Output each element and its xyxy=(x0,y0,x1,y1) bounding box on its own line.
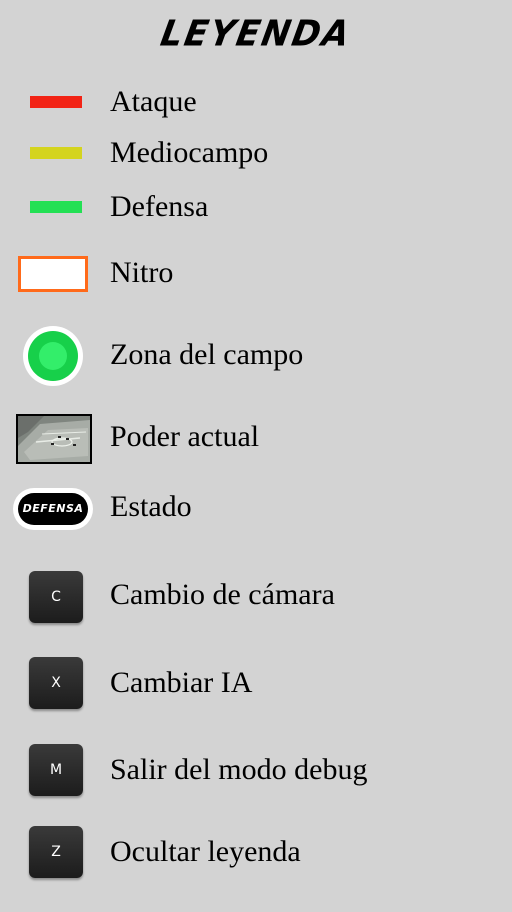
nitro-box-icon xyxy=(18,256,88,292)
key-m-icon: M xyxy=(29,744,83,796)
legend-item-label: Mediocampo xyxy=(110,136,269,169)
legend-item-label: Ataque xyxy=(110,85,197,118)
key-x-icon: X xyxy=(29,657,83,709)
key-c-icon: C xyxy=(29,571,83,623)
defense-line-swatch xyxy=(30,201,82,213)
attack-line-swatch xyxy=(30,96,82,108)
legend-title: LEYENDA xyxy=(157,13,355,56)
midfield-line-swatch xyxy=(30,147,82,159)
key-z-icon: Z xyxy=(29,826,83,878)
control-label: Ocultar leyenda xyxy=(110,835,301,868)
legend-item-label: Zona del campo xyxy=(110,338,304,371)
soccer-field-thumbnail-icon xyxy=(16,414,92,464)
legend-item-label: Nitro xyxy=(110,256,174,289)
control-label: Cambiar IA xyxy=(110,666,253,699)
legend-item-label: Poder actual xyxy=(110,420,260,453)
field-zone-icon xyxy=(23,326,83,386)
control-label: Cambio de cámara xyxy=(110,578,335,611)
control-label: Salir del modo debug xyxy=(110,753,368,786)
state-badge-text: DEFENSA xyxy=(18,493,88,525)
legend-item-label: Estado xyxy=(110,490,192,523)
state-badge-icon: DEFENSA xyxy=(13,488,93,530)
legend-item-label: Defensa xyxy=(110,190,209,223)
